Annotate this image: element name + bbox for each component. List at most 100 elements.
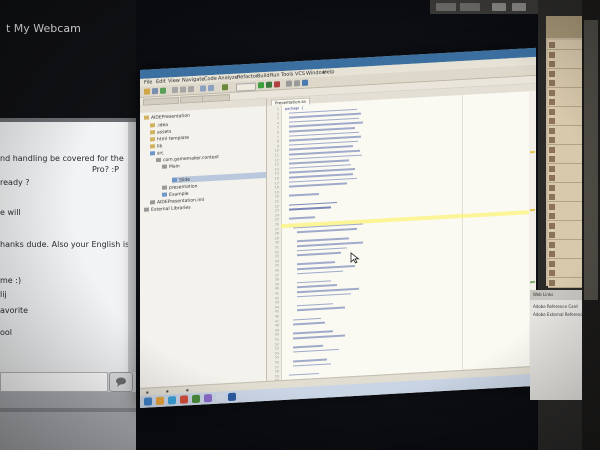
control-button[interactable] (512, 3, 526, 11)
app-icon[interactable] (192, 394, 200, 404)
tree-item[interactable]: presentation (162, 184, 197, 191)
build-icon[interactable] (222, 84, 228, 91)
menu-analyze[interactable]: Analyze (218, 75, 238, 82)
tree-item[interactable]: src (150, 151, 164, 157)
contact-item[interactable] (548, 220, 582, 231)
tree-item[interactable]: AIDEPresentation (144, 113, 190, 121)
tool-window-button[interactable]: ▪ (166, 388, 169, 393)
menu-view[interactable]: View (168, 78, 180, 85)
tree-item[interactable]: assets (150, 129, 171, 136)
app-icon[interactable] (228, 392, 236, 402)
emoji-button[interactable] (109, 372, 133, 392)
package-icon (156, 157, 161, 163)
tool-window-button[interactable]: ▪ (146, 390, 149, 395)
warning-mark[interactable] (530, 208, 535, 211)
menu-help[interactable]: Help (323, 69, 334, 76)
contact-item[interactable] (548, 192, 582, 202)
save-icon[interactable] (152, 87, 158, 95)
tree-item[interactable]: .idea (150, 122, 168, 129)
tree-item[interactable]: html template (150, 135, 189, 143)
avatar (549, 89, 555, 96)
contact-item[interactable] (548, 59, 582, 69)
tree-item[interactable]: Example (162, 191, 189, 198)
help-icon[interactable] (302, 79, 308, 86)
contact-item[interactable] (548, 125, 582, 136)
menu-vcs[interactable]: VCS (295, 71, 305, 78)
tree-item[interactable]: com.gamemaker.context (156, 155, 219, 164)
settings-icon[interactable] (286, 80, 292, 87)
contact-item[interactable] (548, 182, 582, 193)
contact-item[interactable] (548, 68, 582, 79)
menu-tools[interactable]: Tools (281, 71, 293, 78)
tree-item[interactable]: Slide (172, 177, 190, 184)
avatar (549, 175, 555, 181)
code-text-line (297, 306, 345, 312)
code-editor[interactable]: Presentation.as 1 2 3 4 5 6 7 8 9 10 11 12 13 14 15 16 1… (267, 83, 536, 383)
menu-edit[interactable]: Edit (156, 79, 166, 86)
contact-item[interactable] (548, 258, 582, 269)
run-icon[interactable] (258, 82, 264, 89)
chat-input[interactable] (0, 372, 108, 392)
app-icon[interactable] (168, 395, 176, 405)
copy-icon[interactable] (180, 86, 186, 93)
contact-item[interactable] (548, 154, 582, 164)
contact-item[interactable] (548, 97, 582, 107)
contact-item[interactable] (548, 201, 582, 212)
app-icon[interactable] (180, 395, 188, 404)
open-icon[interactable] (144, 88, 150, 95)
info-mark[interactable] (530, 280, 535, 283)
contact-item[interactable] (548, 277, 582, 288)
contact-item[interactable] (548, 230, 582, 240)
contact-item[interactable] (548, 268, 582, 278)
control-button[interactable] (436, 3, 456, 11)
menu-build[interactable]: Build (257, 73, 270, 80)
replace-icon[interactable] (208, 84, 214, 92)
menu-refactor[interactable]: Refactor (237, 73, 258, 80)
app-icon[interactable] (216, 393, 224, 402)
chat-message: Pro? :P (92, 165, 119, 174)
contact-item[interactable] (548, 40, 582, 50)
contact-item[interactable] (548, 78, 582, 88)
chat-window: t My Webcam nd handling be covered for t… (0, 0, 136, 450)
control-button[interactable] (492, 3, 506, 11)
find-icon[interactable] (200, 85, 206, 92)
tree-item[interactable]: External Libraries (144, 205, 191, 213)
control-button[interactable] (460, 3, 480, 11)
contact-item[interactable] (548, 144, 582, 155)
run-config-select[interactable] (236, 82, 256, 92)
contact-item[interactable] (548, 211, 582, 221)
refresh-icon[interactable] (160, 87, 166, 94)
warning-mark[interactable] (530, 150, 535, 153)
app-icon[interactable] (204, 393, 212, 403)
menu-file[interactable]: File (144, 79, 152, 85)
app-icon[interactable] (156, 396, 164, 406)
contact-item[interactable] (548, 49, 582, 60)
link-item[interactable]: Adobe External Reference (533, 312, 585, 317)
contact-item[interactable] (548, 173, 582, 183)
paste-icon[interactable] (188, 85, 194, 93)
debug-icon[interactable] (266, 81, 272, 88)
tool-window-button[interactable]: ▪ (186, 387, 189, 392)
menu-run[interactable]: Run (270, 72, 280, 79)
contact-item[interactable] (548, 106, 582, 117)
code-text-line (293, 330, 333, 335)
link-item[interactable]: Adobe Reference Card (533, 304, 578, 309)
class-icon (162, 192, 167, 197)
avatar (549, 146, 555, 153)
menu-code[interactable]: Code (204, 76, 217, 83)
line-number: 4 (276, 121, 279, 126)
cut-icon[interactable] (172, 86, 178, 94)
tree-item[interactable]: lib (150, 144, 162, 150)
contact-item[interactable] (548, 163, 582, 174)
tree-item[interactable]: AIDEPresentation.iml (150, 197, 204, 206)
structure-icon[interactable] (294, 80, 300, 87)
contact-item[interactable] (548, 87, 582, 98)
contact-item[interactable] (548, 239, 582, 250)
stop-icon[interactable] (274, 81, 280, 88)
contact-item[interactable] (548, 135, 582, 145)
contact-item[interactable] (548, 249, 582, 259)
contact-item[interactable] (548, 116, 582, 126)
start-icon[interactable] (144, 397, 152, 406)
chat-scrollbar[interactable] (128, 122, 136, 372)
tree-item[interactable]: Main (162, 164, 180, 170)
